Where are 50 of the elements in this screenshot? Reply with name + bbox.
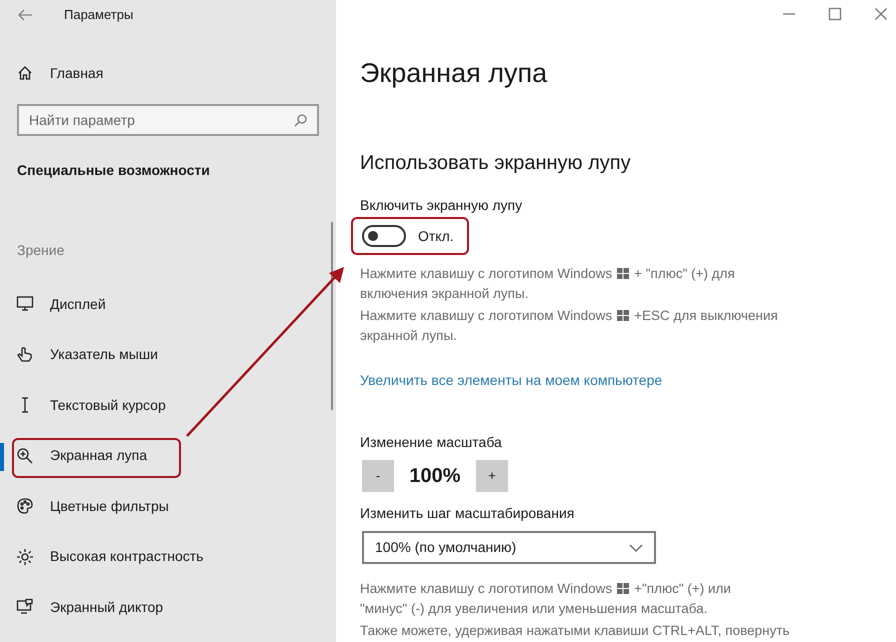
group-heading: Зрение: [17, 241, 66, 260]
hint-text: Также можете, удерживая нажатыми клавиши CTRL+ALT, повернуть: [360, 622, 790, 640]
step-dropdown[interactable]: 100% (по умолчанию): [362, 531, 656, 564]
section-heading: Специальные возможности: [17, 161, 211, 180]
settings-link[interactable]: Увеличить все элементы на моем компьютере: [360, 370, 662, 391]
page-title: Экранная лупа: [360, 57, 548, 90]
hand-pointer-icon: [16, 346, 34, 364]
nav-item[interactable]: Экранная лупа: [0, 430, 336, 481]
scrollbar-thumb[interactable]: [331, 222, 333, 410]
chevron-down-icon: [629, 544, 643, 552]
section-title: Использовать экранную лупу: [360, 151, 632, 176]
hint-text: "минус" (-) для увеличения или уменьшения масштаба.: [360, 600, 708, 618]
toggle-switch[interactable]: [362, 225, 406, 247]
hint-text: + "плюс" (+) для: [634, 265, 735, 283]
home-nav-item[interactable]: Главная: [17, 59, 336, 87]
hint-text: +ESC для выключения: [634, 307, 778, 325]
nav-item[interactable]: Указатель мыши: [0, 330, 336, 380]
hint-text: Нажмите клавишу с логотипом Windows: [360, 307, 612, 325]
back-arrow-icon: [17, 9, 33, 21]
sun-icon: [16, 548, 34, 566]
step-label: Изменить шаг масштабирования: [360, 504, 576, 522]
nav-item[interactable]: Дисплей: [0, 279, 336, 330]
maximize-icon: [828, 7, 842, 21]
hint-text: включения экранной лупы.: [360, 284, 528, 303]
zoom-out-button[interactable]: -: [362, 460, 394, 492]
palette-icon: [16, 497, 34, 516]
hint-text: Нажмите клавишу с логотипом Windows: [360, 265, 612, 283]
search-icon: [294, 114, 307, 127]
nav-item[interactable]: Цветные фильтры: [0, 481, 336, 532]
toggle-state: Откл.: [418, 226, 454, 246]
zoom-in-icon: [16, 446, 34, 465]
windows-logo-icon: [617, 583, 630, 594]
zoom-label: Изменение масштаба: [360, 433, 503, 451]
toggle-label: Включить экранную лупу: [360, 196, 524, 214]
nav-item[interactable]: Высокая контрастность: [0, 532, 336, 582]
window-title: Параметры: [64, 6, 134, 24]
windows-logo-icon: [617, 268, 630, 280]
hint-text: +"плюс" (+) или: [634, 580, 731, 598]
home-icon: [17, 65, 33, 81]
hint-text: экранной лупы.: [360, 326, 457, 345]
windows-logo-icon: [617, 310, 630, 322]
close-icon: [874, 7, 888, 21]
narrator-icon: [16, 598, 34, 616]
hint-text: Нажмите клавишу с логотипом Windows: [360, 580, 612, 598]
zoom-value: 100%: [408, 464, 462, 489]
zoom-in-button[interactable]: +: [476, 460, 508, 492]
nav-item[interactable]: Экранный диктор: [0, 582, 336, 632]
search-field[interactable]: Найти параметр: [17, 104, 319, 136]
display-icon: [16, 295, 34, 314]
nav-item[interactable]: Текстовый курсор: [0, 380, 336, 430]
